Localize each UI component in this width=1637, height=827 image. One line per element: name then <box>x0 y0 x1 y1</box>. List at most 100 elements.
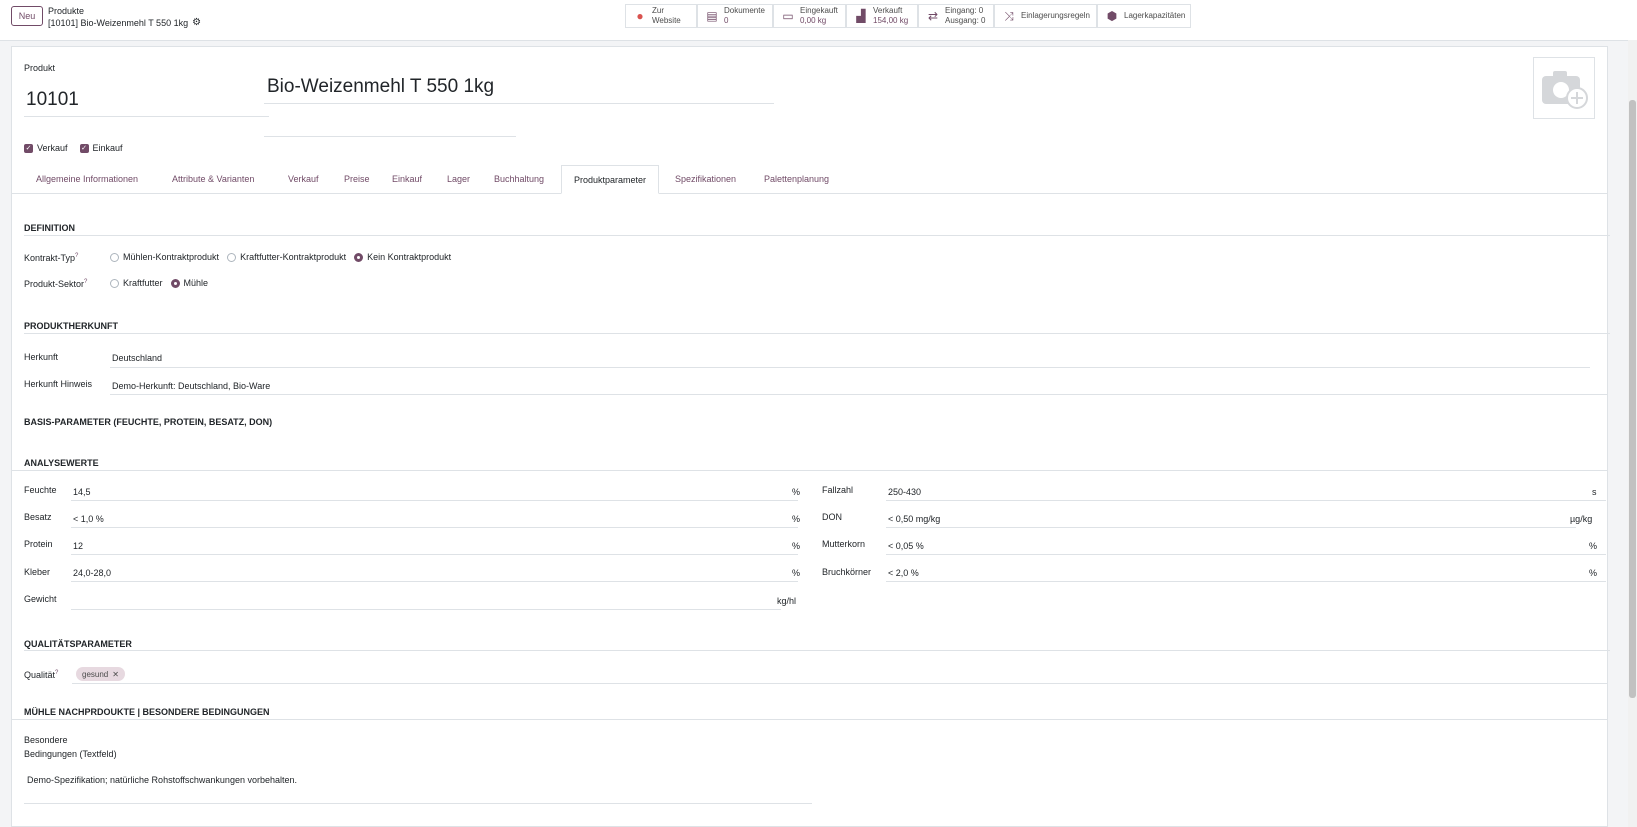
gluten-unit: % <box>792 568 801 578</box>
breadcrumb: Produkte [10101] Bio-Weizenmehl T 550 1k… <box>48 5 201 29</box>
gluten-label: Kleber <box>24 567 51 577</box>
conditions-label: Besondere Bedingungen (Textfeld) <box>24 733 117 761</box>
ergot-unit: % <box>1589 541 1598 551</box>
contract-radio-none[interactable] <box>354 252 364 262</box>
control-panel: Neu Produkte [10101] Bio-Weizenmehl T 55… <box>0 0 1637 41</box>
section-basis-title: BASIS-PARAMETER (FEUCHTE, PROTEIN, BESAT… <box>24 417 273 427</box>
don-unit: µg/kg <box>1570 514 1593 524</box>
impurities-underline <box>71 527 798 528</box>
protein-unit: % <box>792 541 801 551</box>
product-name-input[interactable]: Bio-Weizenmehl T 550 1kg <box>267 76 494 98</box>
camera-plus-icon <box>1542 71 1588 109</box>
product-label: Produkt <box>24 63 56 73</box>
impurities-label: Besatz <box>24 512 52 522</box>
product-sector-label: Produkt-Sektor? <box>24 279 88 289</box>
ergot-input[interactable]: < 0,05 % <box>888 541 924 551</box>
section-divider <box>24 235 1610 236</box>
falling-number-unit: s <box>1592 487 1597 497</box>
quality-tag: gesund ✕ <box>76 667 125 681</box>
sector-radio-mill[interactable] <box>170 278 180 288</box>
purchase-ok-checkbox[interactable]: ✓ <box>79 143 89 153</box>
product-image-placeholder[interactable] <box>1533 57 1595 119</box>
section-analysis-title: ANALYSEWERTE <box>24 458 99 468</box>
don-input[interactable]: < 0,50 mg/kg <box>888 514 940 524</box>
moves-smart-button[interactable]: ⇄ Eingang: 0 Ausgang: 0 <box>918 4 994 28</box>
moisture-label: Feuchte <box>24 485 57 495</box>
putaway-rules-smart-button[interactable]: ⤨ Einlagerungsregeln <box>994 4 1097 28</box>
contract-type-label: Kontrakt-Typ? <box>24 253 79 263</box>
product-code-input[interactable]: 10101 <box>26 89 79 111</box>
random-icon: ⤨ <box>1004 9 1014 23</box>
broken-kernels-underline <box>886 581 1606 582</box>
purchased-smart-button[interactable]: ▭ Eingekauft 0,00 kg <box>773 4 846 28</box>
tab-pallet-planning[interactable]: Palettenplanung <box>764 165 829 193</box>
broken-kernels-unit: % <box>1589 568 1598 578</box>
section-origin-title: PRODUKTHERKUNFT <box>24 321 118 331</box>
document-icon: ▤ <box>706 9 718 23</box>
origin-input[interactable]: Deutschland <box>112 353 162 363</box>
don-underline <box>886 527 1576 528</box>
new-button[interactable]: Neu <box>11 6 43 26</box>
tab-general-information[interactable]: Allgemeine Informationen <box>36 165 138 193</box>
scrollbar-thumb[interactable] <box>1629 100 1636 698</box>
documents-smart-button[interactable]: ▤ Dokumente 0 <box>697 4 773 28</box>
putaway-title: Einlagerungsregeln <box>1021 11 1090 20</box>
product-subtitle-field[interactable] <box>264 136 516 137</box>
protein-input[interactable]: 12 <box>73 541 83 551</box>
falling-number-label: Fallzahl <box>822 485 854 495</box>
sector-radio-feed[interactable] <box>110 278 119 288</box>
sale-ok-checkbox[interactable]: ✓ <box>24 143 33 153</box>
origin-hint-underline <box>110 394 1607 395</box>
documents-title: Dokumente <box>724 6 765 15</box>
protein-underline <box>71 554 798 555</box>
purchase-ok-label: Einkauf <box>92 143 123 153</box>
tab-prices[interactable]: Preise <box>344 165 370 193</box>
weight-underline <box>71 609 781 610</box>
origin-hint-input[interactable]: Demo-Herkunft: Deutschland, Bio-Ware <box>112 381 270 391</box>
origin-label: Herkunft <box>24 352 59 362</box>
broken-kernels-input[interactable]: < 2,0 % <box>888 568 919 578</box>
conditions-textarea[interactable]: Demo-Spezifikation; natürliche Rohstoffs… <box>27 775 297 785</box>
impurities-input[interactable]: < 1,0 % <box>73 514 104 524</box>
contract-option-mill: Mühlen-Kontraktprodukt <box>123 252 220 262</box>
moisture-input[interactable]: 14,5 <box>73 487 91 497</box>
tab-specifications[interactable]: Spezifikationen <box>675 165 736 193</box>
falling-number-input[interactable]: 250-430 <box>888 487 921 497</box>
globe-icon: ● <box>636 9 644 23</box>
purchased-title: Eingekauft <box>800 6 838 15</box>
tab-product-parameters[interactable]: Produktparameter <box>561 165 660 194</box>
sold-title: Verkauft <box>873 6 903 15</box>
tab-inventory[interactable]: Lager <box>447 165 470 193</box>
cubes-icon: ⬢ <box>1106 9 1118 23</box>
storage-capacity-smart-button[interactable]: ⬢ Lagerkapazitäten <box>1097 4 1191 28</box>
sale-ok-label: Verkauf <box>37 143 68 153</box>
gluten-input[interactable]: 24,0-28,0 <box>73 568 111 578</box>
contract-radio-feed[interactable] <box>227 252 237 262</box>
section-divider <box>12 719 1607 720</box>
close-icon[interactable]: ✕ <box>112 670 119 679</box>
broken-kernels-label: Bruchkörner <box>822 567 872 577</box>
incoming-count: Eingang: 0 <box>945 6 984 15</box>
notebook-tabs: Allgemeine Informationen Attribute & Var… <box>12 165 1607 194</box>
quality-underline[interactable] <box>72 683 1607 684</box>
quality-label: Qualität? <box>24 670 59 680</box>
section-quality-title: QUALITÄTSPARAMETER <box>24 639 132 649</box>
capacity-title: Lagerkapazitäten <box>1124 11 1186 20</box>
tab-sales[interactable]: Verkauf <box>288 165 319 193</box>
tab-accounting[interactable]: Buchhaltung <box>494 165 544 193</box>
scrollbar[interactable] <box>1628 40 1637 827</box>
section-divider <box>24 650 1610 651</box>
conditions-label-line1: Besondere <box>24 735 68 745</box>
ergot-label: Mutterkorn <box>822 539 866 549</box>
section-divider <box>12 470 1607 471</box>
contract-radio-mill[interactable] <box>110 252 119 262</box>
gear-icon[interactable]: ⚙ <box>192 17 201 29</box>
tab-purchase[interactable]: Einkauf <box>392 165 422 193</box>
tab-attributes-variants[interactable]: Attribute & Varianten <box>172 165 254 193</box>
product-sector-radio-group: Kraftfutter Mühle <box>110 278 208 288</box>
breadcrumb-parent[interactable]: Produkte <box>48 5 201 17</box>
conditions-label-line2: Bedingungen (Textfeld) <box>24 749 117 759</box>
sector-option-mill: Mühle <box>183 278 209 288</box>
sold-smart-button[interactable]: ▟ Verkauft 154,00 kg <box>846 4 918 28</box>
website-smart-button[interactable]: ● Zur Website <box>625 4 697 28</box>
